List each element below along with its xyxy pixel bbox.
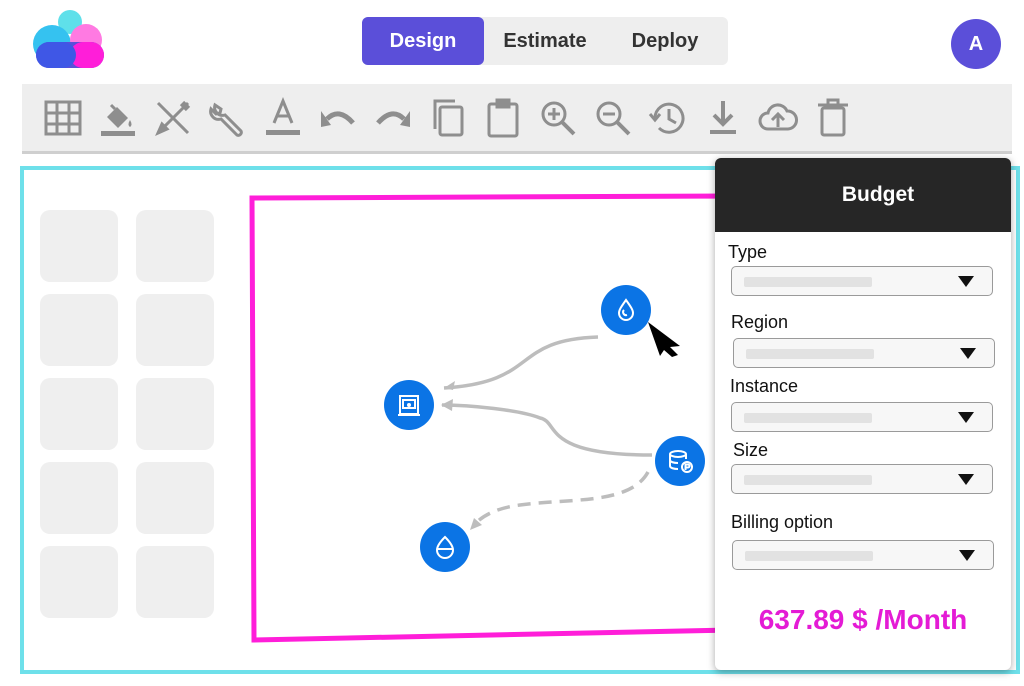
palette-slot[interactable] <box>40 462 118 534</box>
palette-slot[interactable] <box>136 210 214 282</box>
toolbar <box>22 84 1012 154</box>
text-format-icon <box>266 96 300 135</box>
palette-slot[interactable] <box>40 210 118 282</box>
history-button[interactable] <box>645 95 691 141</box>
type-select[interactable] <box>731 266 993 296</box>
zoom-in-button[interactable] <box>535 95 581 141</box>
palette-slot[interactable] <box>40 294 118 366</box>
grid-icon <box>44 100 82 135</box>
fill-button[interactable] <box>95 95 141 141</box>
cloud-upload-icon <box>758 102 798 130</box>
palette-slot[interactable] <box>40 546 118 618</box>
tab-estimate[interactable]: Estimate <box>484 17 606 65</box>
chevron-down-icon <box>960 348 976 359</box>
fill-icon <box>101 103 135 136</box>
trash-icon <box>818 98 848 136</box>
budget-panel: Budget Type Region Instance Size Billing… <box>715 158 1011 670</box>
storage-node[interactable] <box>384 380 434 430</box>
redo-icon <box>376 110 410 127</box>
storage-icon <box>398 395 420 416</box>
palette-slot[interactable] <box>136 462 214 534</box>
redo-button[interactable] <box>370 95 416 141</box>
billing-option-label: Billing option <box>731 512 834 532</box>
database-icon <box>669 450 693 473</box>
palette-slot[interactable] <box>40 378 118 450</box>
chevron-down-icon <box>958 412 974 423</box>
panel-title: Budget <box>715 158 1011 232</box>
billing-option-select[interactable] <box>732 540 994 570</box>
tools-crossed-icon <box>155 100 191 136</box>
download-icon <box>710 100 736 134</box>
grid-button[interactable] <box>40 95 86 141</box>
droplet-icon <box>617 298 635 321</box>
cloud-logo <box>33 10 104 68</box>
monthly-price: 637.89 $ /Month <box>758 604 968 635</box>
instance-label: Instance <box>730 376 799 396</box>
bucket-node[interactable] <box>420 522 470 572</box>
settings-button[interactable] <box>205 95 251 141</box>
palette-slot[interactable] <box>136 378 214 450</box>
region-select[interactable] <box>733 338 995 368</box>
wrench-icon <box>209 102 243 137</box>
tab-design[interactable]: Design <box>362 17 484 65</box>
palette-slot[interactable] <box>136 294 214 366</box>
download-button[interactable] <box>700 95 746 141</box>
tab-deploy[interactable]: Deploy <box>606 17 724 65</box>
chevron-down-icon <box>958 276 974 287</box>
copy-button[interactable] <box>425 95 471 141</box>
delete-button[interactable] <box>810 95 856 141</box>
instance-select[interactable] <box>731 402 993 432</box>
size-label: Size <box>733 440 769 460</box>
undo-icon <box>321 110 355 127</box>
text-format-button[interactable] <box>260 95 306 141</box>
chevron-down-icon <box>958 474 974 485</box>
copy-icon <box>433 99 464 136</box>
zoom-out-button[interactable] <box>590 95 636 141</box>
upload-button[interactable] <box>755 95 801 141</box>
mode-tabs: Design Estimate Deploy <box>362 17 728 65</box>
palette-slot[interactable] <box>136 546 214 618</box>
droplet-node[interactable] <box>601 285 651 335</box>
tools-button[interactable] <box>150 95 196 141</box>
paste-button[interactable] <box>480 95 526 141</box>
zoom-in-icon <box>541 101 576 135</box>
region-label: Region <box>731 312 789 332</box>
undo-button[interactable] <box>315 95 361 141</box>
zoom-out-icon <box>596 101 631 135</box>
history-icon <box>648 102 685 134</box>
size-select[interactable] <box>731 464 993 494</box>
clipboard-icon <box>487 98 519 137</box>
type-label: Type <box>728 242 768 262</box>
database-node[interactable] <box>655 436 705 486</box>
chevron-down-icon <box>959 550 975 561</box>
avatar[interactable]: A <box>951 19 1001 69</box>
bucket-icon <box>435 535 455 559</box>
